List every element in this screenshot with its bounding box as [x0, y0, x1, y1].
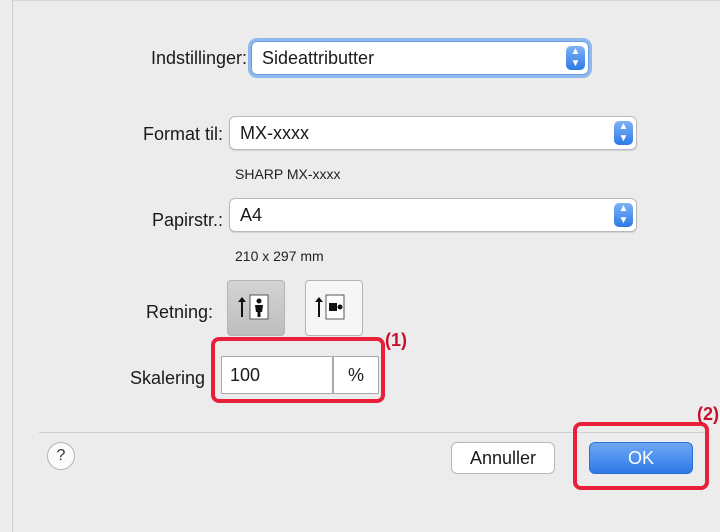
settings-value: Sideattributter: [262, 48, 375, 68]
settings-popup[interactable]: Sideattributter ▲ ▼: [251, 41, 589, 75]
scaling-highlight: [211, 337, 385, 403]
format-label: Format til:: [142, 124, 223, 144]
paper-value: A4: [240, 205, 263, 225]
up-down-chevron-icon: ▲ ▼: [614, 121, 633, 145]
format-value: MX-xxxx: [240, 123, 309, 143]
cancel-button[interactable]: Annuller: [451, 442, 555, 474]
up-down-chevron-icon: ▲ ▼: [614, 203, 633, 227]
up-down-chevron-icon: ▲ ▼: [566, 46, 585, 70]
ok-highlight: [573, 422, 709, 490]
callout-1: (1): [385, 330, 407, 350]
format-popup[interactable]: MX-xxxx ▲ ▼: [229, 116, 637, 150]
portrait-orientation-icon: [238, 294, 269, 320]
landscape-orientation-icon: [315, 294, 345, 320]
portrait-orientation-button[interactable]: [227, 280, 285, 336]
settings-label: Indstillinger:: [150, 48, 247, 68]
page-setup-dialog: Indstillinger: Sideattributter ▲ ▼ Format…: [12, 0, 720, 532]
paper-dimensions: 210 x 297 mm: [235, 248, 324, 264]
callout-2: (2): [697, 404, 719, 424]
orientation-label: Retning:: [145, 302, 213, 322]
help-button[interactable]: ?: [47, 442, 75, 470]
paper-label: Papirstr.:: [151, 210, 223, 230]
scaling-label: Skalering: [129, 368, 205, 388]
landscape-orientation-button[interactable]: [305, 280, 363, 336]
paper-size-popup[interactable]: A4 ▲ ▼: [229, 198, 637, 232]
printer-name: SHARP MX-xxxx: [235, 166, 341, 182]
